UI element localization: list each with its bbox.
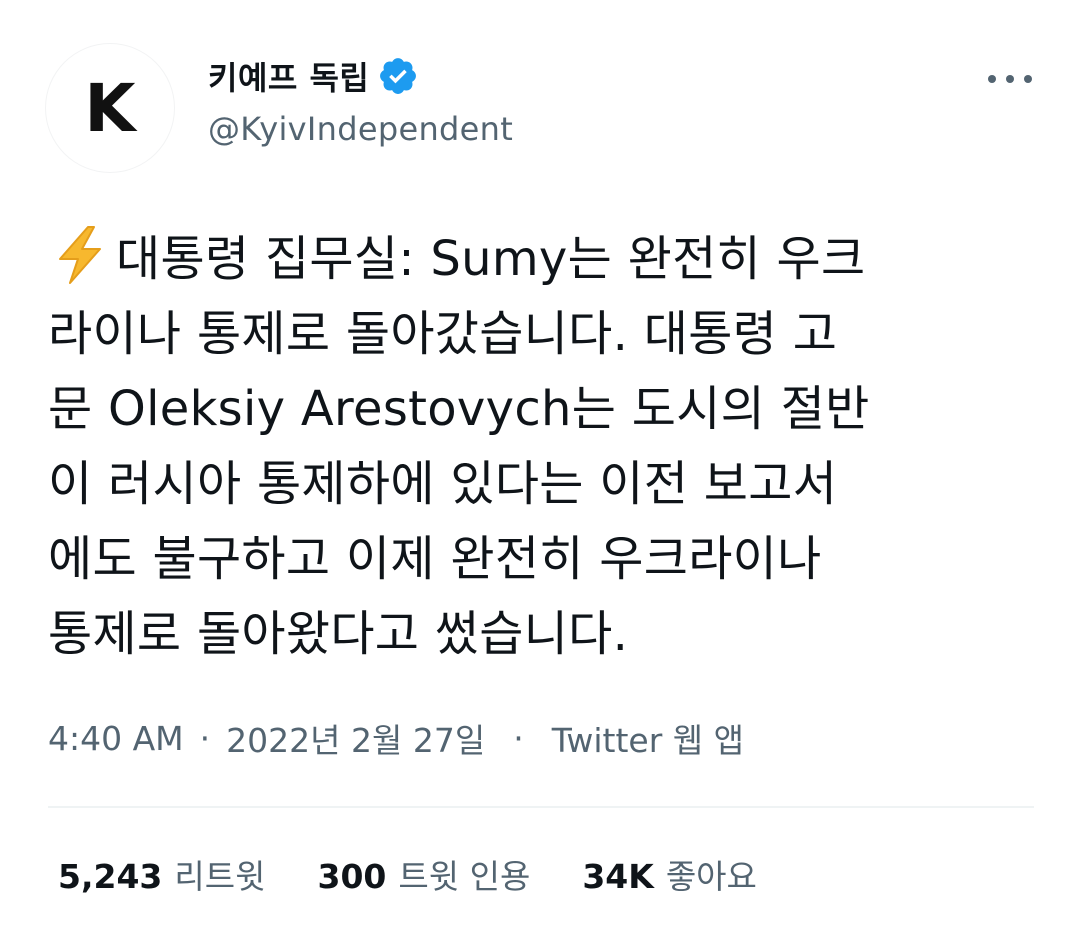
tweet-text: 대통령 집무실: Sumy는 완전히 우크 라이나 통제로 돌아갔습니다. 대통… [48,222,1038,672]
quote-tweets-label: 트윗 인용 [398,857,531,896]
retweets-label: 리트윗 [174,857,266,896]
tweet-line: 통제로 돌아왔다고 썼습니다. [48,606,629,662]
quote-tweets-stat[interactable]: 300 트윗 인용 [317,850,530,898]
tweet-line-text: 대통령 집무실: Sumy는 완전히 우크 [116,231,866,287]
verified-badge-icon [377,55,419,97]
retweets-count: 5,243 [58,857,163,896]
more-dot [988,75,996,83]
meta-separator: · [513,718,524,758]
more-dot [1006,75,1014,83]
tweet-line: 라이나 통제로 돌아갔습니다. 대통령 고 [48,306,838,362]
tweet-line: 문 Oleksiy Arestovych는 도시의 절반 [48,381,870,437]
likes-stat[interactable]: 34K 좋아요 [582,850,757,898]
likes-label: 좋아요 [665,857,757,896]
tweet-source[interactable]: Twitter 웹 앱 [552,714,744,762]
quote-tweets-count: 300 [317,857,387,896]
tweet-date[interactable]: 2022년 2월 27일 [226,714,485,762]
tweet-stats: 5,243 리트윗 300 트윗 인용 34K 좋아요 [58,850,809,898]
likes-count: 34K [582,857,654,896]
display-name[interactable]: 키예프 독립 [208,53,369,99]
retweets-stat[interactable]: 5,243 리트윗 [58,850,265,898]
divider [48,806,1034,808]
user-handle[interactable]: @KyivIndependent [208,110,513,148]
tweet-time[interactable]: 4:40 AM [48,719,184,758]
tweet-line: 대통령 집무실: Sumy는 완전히 우크 [48,222,1038,297]
more-horizontal-icon[interactable] [988,64,1032,94]
avatar[interactable]: K [46,44,174,172]
tweet-line: 에도 불구하고 이제 완전히 우크라이나 [48,531,822,587]
more-dot [1024,75,1032,83]
author-name-row[interactable]: 키예프 독립 [208,52,419,100]
avatar-logo-letter: K [84,70,136,147]
tweet-meta: 4:40 AM · 2022년 2월 27일 · Twitter 웹 앱 [48,712,744,764]
tweet-line: 이 러시아 통제하에 있다는 이전 보고서 [48,456,838,512]
meta-separator: · [199,718,211,758]
high-voltage-emoji-icon [48,223,112,287]
